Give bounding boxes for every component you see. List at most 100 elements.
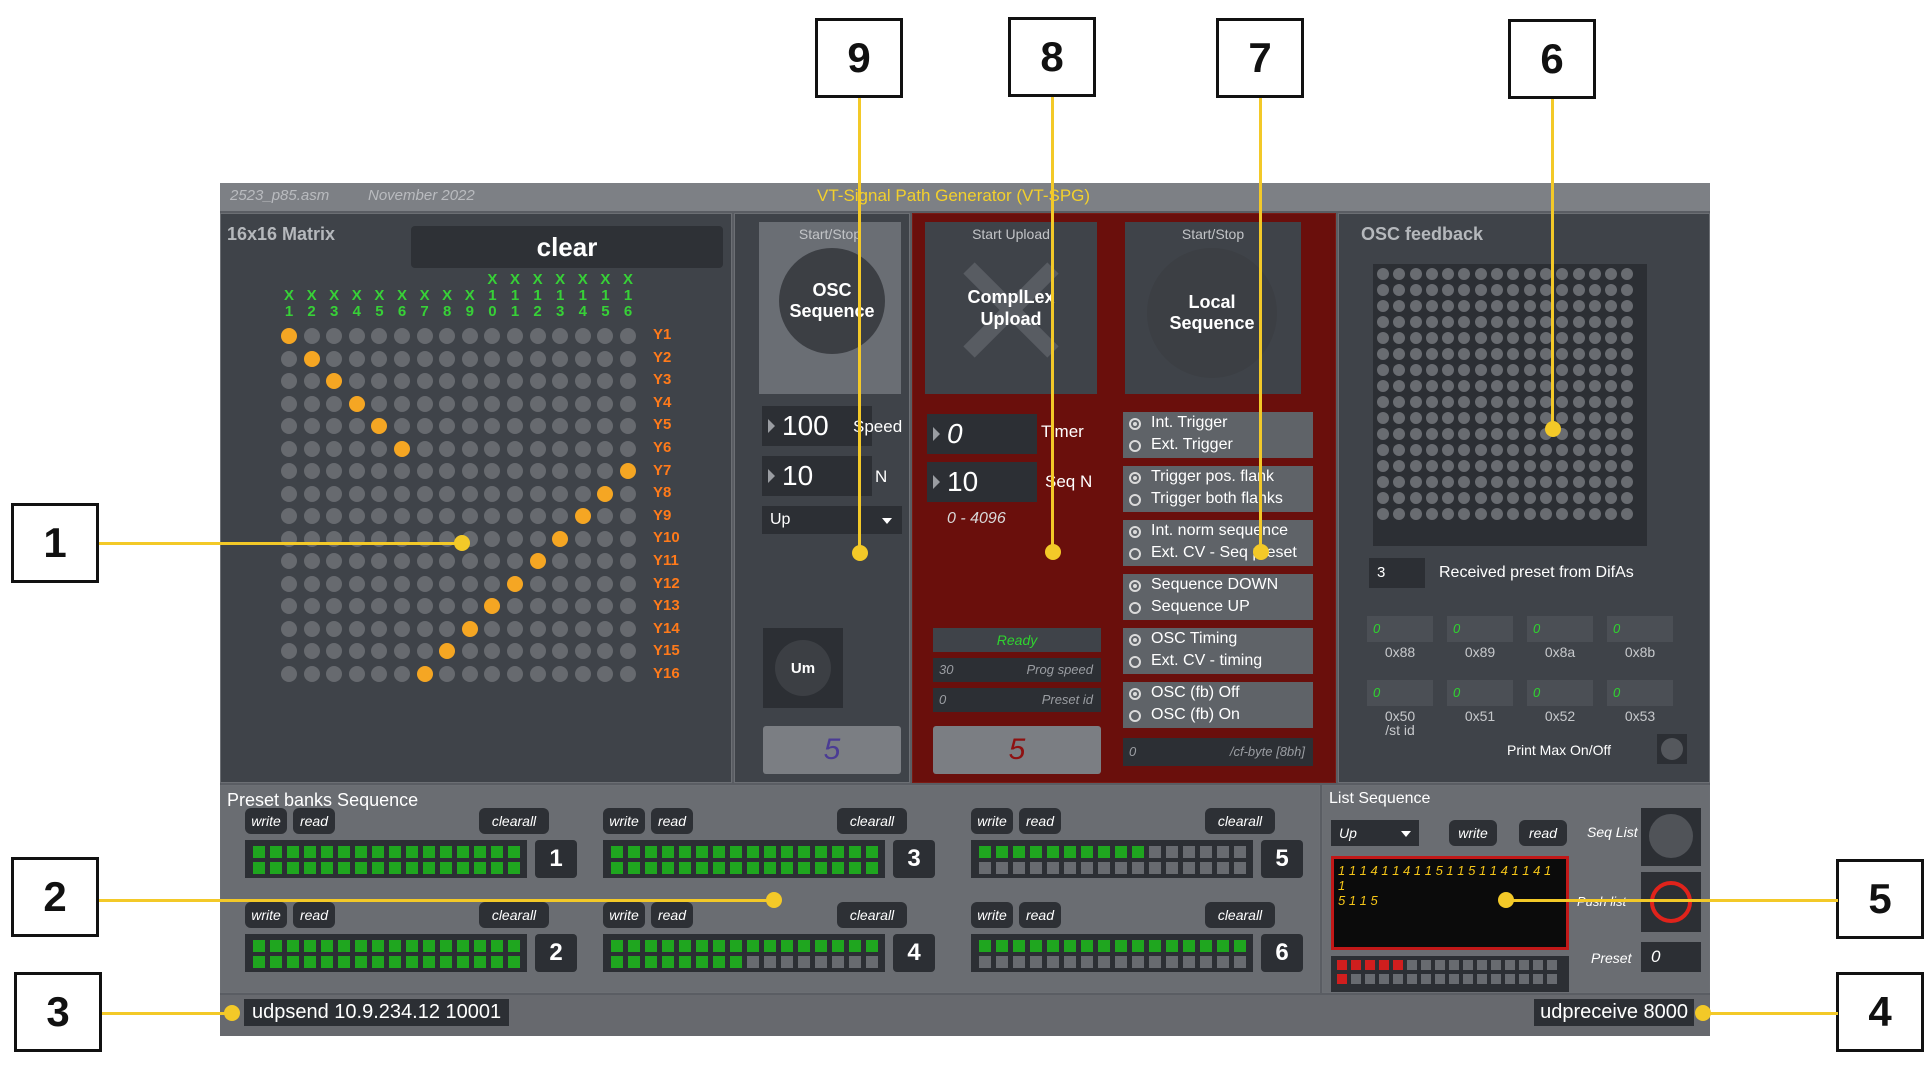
bank-led[interactable] xyxy=(1098,940,1110,952)
matrix-cell[interactable] xyxy=(597,598,614,614)
matrix-cell[interactable] xyxy=(348,440,365,457)
bank-led[interactable] xyxy=(713,846,725,858)
bank-led[interactable] xyxy=(798,940,810,952)
bank-led[interactable] xyxy=(679,956,691,968)
matrix-cell[interactable] xyxy=(506,508,523,524)
matrix-cell[interactable] xyxy=(371,620,388,637)
matrix-cell[interactable] xyxy=(506,643,523,659)
matrix-cell[interactable] xyxy=(281,418,297,434)
matrix-cell[interactable] xyxy=(506,395,523,412)
matrix-cell[interactable] xyxy=(506,530,523,547)
matrix-cell[interactable] xyxy=(619,485,636,502)
matrix-cell[interactable] xyxy=(574,418,591,434)
matrix-cell[interactable] xyxy=(281,350,297,367)
bank-led[interactable] xyxy=(440,956,452,968)
bank-led[interactable] xyxy=(1047,862,1059,874)
bank-led[interactable] xyxy=(1081,956,1093,968)
radio-button[interactable] xyxy=(1129,494,1141,506)
matrix-cell[interactable] xyxy=(552,620,569,637)
timer-number[interactable]: 0 xyxy=(927,414,1037,454)
bank-led[interactable] xyxy=(798,862,810,874)
bank-led[interactable] xyxy=(979,846,991,858)
bank-led[interactable] xyxy=(1115,846,1127,858)
bank-led[interactable] xyxy=(764,846,776,858)
bank-led-array[interactable] xyxy=(603,840,885,878)
matrix-cell[interactable] xyxy=(574,328,591,344)
hex-value-field[interactable]: 0 xyxy=(1527,616,1593,642)
matrix-cell[interactable] xyxy=(393,373,410,389)
bank-led[interactable] xyxy=(849,862,861,874)
matrix-cell[interactable] xyxy=(484,463,501,479)
hex-value-field[interactable]: 0 xyxy=(1607,616,1673,642)
matrix-cell[interactable] xyxy=(529,643,546,659)
radio-button[interactable] xyxy=(1129,440,1141,452)
bank-led[interactable] xyxy=(1047,940,1059,952)
bank-led[interactable] xyxy=(457,862,469,874)
bank-led[interactable] xyxy=(866,940,878,952)
bank-led[interactable] xyxy=(849,940,861,952)
bank-led[interactable] xyxy=(1234,956,1246,968)
bank-led[interactable] xyxy=(253,846,265,858)
matrix-cell[interactable] xyxy=(506,418,523,434)
matrix-cell[interactable] xyxy=(597,418,614,434)
matrix-cell[interactable] xyxy=(416,418,433,434)
matrix-cell[interactable] xyxy=(371,418,388,434)
matrix-cell[interactable] xyxy=(461,485,478,502)
matrix-cell[interactable] xyxy=(597,553,614,569)
matrix-cell[interactable] xyxy=(371,508,388,524)
matrix-cell[interactable] xyxy=(574,598,591,614)
bank-led[interactable] xyxy=(491,940,503,952)
bank-led[interactable] xyxy=(832,956,844,968)
matrix-cell[interactable] xyxy=(393,418,410,434)
bank-led[interactable] xyxy=(304,846,316,858)
matrix-cell[interactable] xyxy=(303,508,320,524)
bank-led[interactable] xyxy=(1217,956,1229,968)
bank-led[interactable] xyxy=(730,846,742,858)
matrix-cell[interactable] xyxy=(393,463,410,479)
matrix-cell[interactable] xyxy=(439,665,456,682)
bank-led[interactable] xyxy=(696,862,708,874)
bank-led[interactable] xyxy=(1149,956,1161,968)
matrix-cell[interactable] xyxy=(597,575,614,592)
matrix-cell[interactable] xyxy=(326,418,343,434)
bank-led[interactable] xyxy=(1234,862,1246,874)
matrix-cell[interactable] xyxy=(619,395,636,412)
bank-led[interactable] xyxy=(1217,846,1229,858)
bank-led[interactable] xyxy=(1132,940,1144,952)
matrix-cell[interactable] xyxy=(326,620,343,637)
matrix-cell[interactable] xyxy=(393,643,410,659)
bank-led[interactable] xyxy=(679,940,691,952)
bank-write-button[interactable]: write xyxy=(603,902,645,928)
matrix-cell[interactable] xyxy=(326,328,343,344)
osc-sequence-button[interactable]: OSC Sequence xyxy=(779,248,885,354)
bank-led[interactable] xyxy=(1183,862,1195,874)
bank-led[interactable] xyxy=(321,846,333,858)
bank-led[interactable] xyxy=(747,956,759,968)
matrix-cell[interactable] xyxy=(393,328,410,344)
bank-led[interactable] xyxy=(1183,940,1195,952)
bank-led[interactable] xyxy=(270,846,282,858)
matrix-cell[interactable] xyxy=(619,373,636,389)
matrix-cell[interactable] xyxy=(348,575,365,592)
udpsend-object[interactable]: udpsend 10.9.234.12 10001 xyxy=(244,999,510,1026)
bank-led[interactable] xyxy=(1115,956,1127,968)
bank-led[interactable] xyxy=(1064,862,1076,874)
bank-led[interactable] xyxy=(645,956,657,968)
matrix-cell[interactable] xyxy=(461,553,478,569)
matrix-cell[interactable] xyxy=(326,575,343,592)
matrix-cell[interactable] xyxy=(371,575,388,592)
matrix-cell[interactable] xyxy=(303,553,320,569)
matrix-cell[interactable] xyxy=(484,373,501,389)
bank-led[interactable] xyxy=(815,956,827,968)
bank-led[interactable] xyxy=(338,846,350,858)
bank-led[interactable] xyxy=(440,846,452,858)
matrix-cell[interactable] xyxy=(439,418,456,434)
bank-led[interactable] xyxy=(338,956,350,968)
bank-led[interactable] xyxy=(996,862,1008,874)
bank-led[interactable] xyxy=(304,862,316,874)
matrix-cell[interactable] xyxy=(416,620,433,637)
bank-clearall-button[interactable]: clearall xyxy=(1205,808,1275,834)
matrix-cell[interactable] xyxy=(619,418,636,434)
bank-write-button[interactable]: write xyxy=(971,902,1013,928)
matrix-cell[interactable] xyxy=(393,440,410,457)
